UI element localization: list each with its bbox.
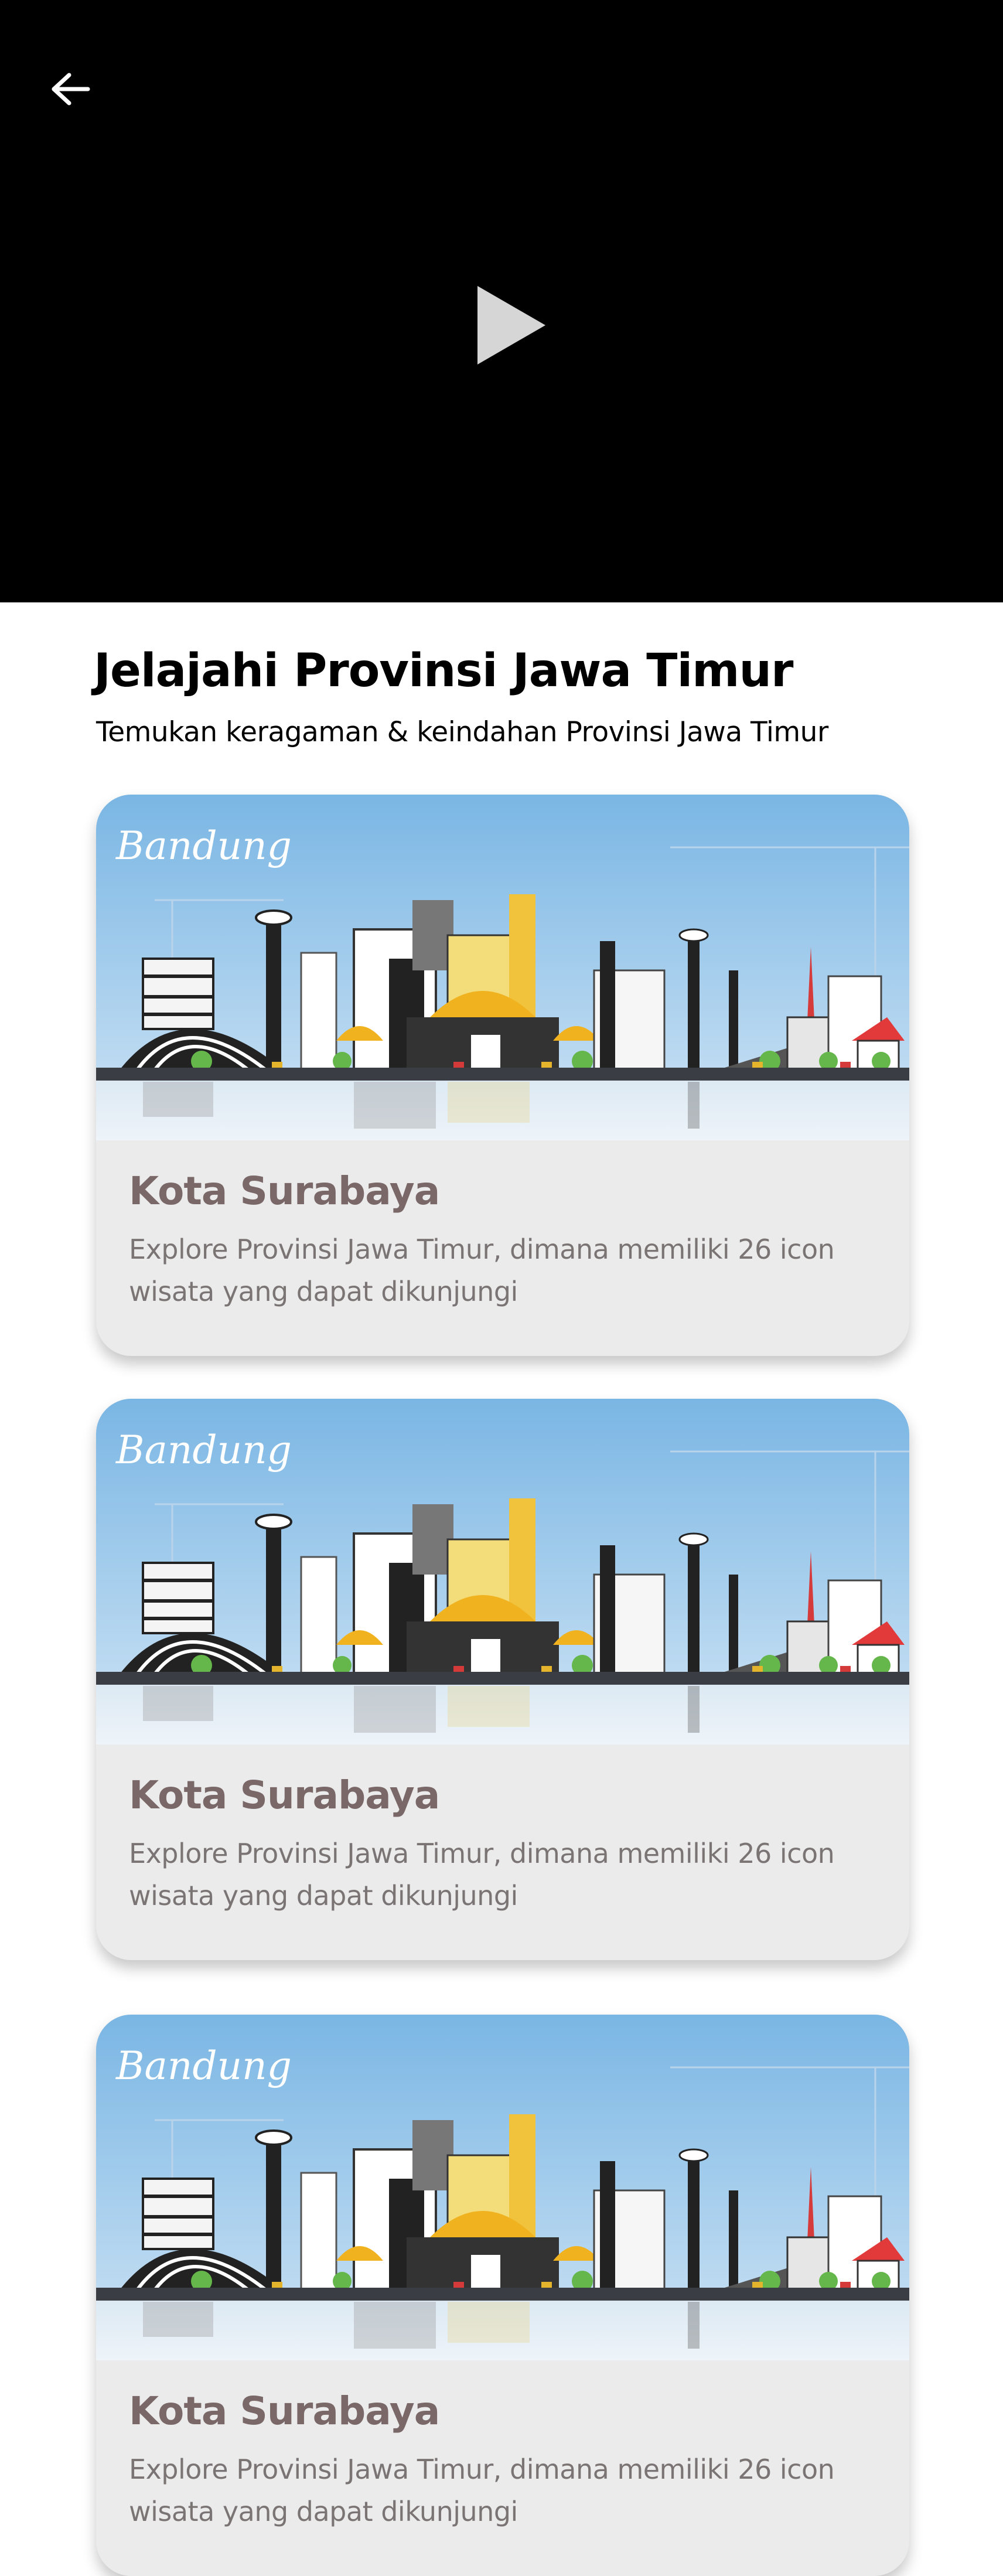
city-skyline-image: Bandung bbox=[96, 795, 909, 1140]
banner-text: Bandung bbox=[115, 2043, 292, 2088]
arrow-left-icon bbox=[52, 73, 90, 105]
play-icon bbox=[477, 286, 545, 364]
city-skyline-image: Bandung bbox=[96, 1399, 909, 1744]
destination-card[interactable]: Bandung Kota Surabaya Explore Provinsi J… bbox=[96, 2015, 909, 2576]
card-title: Kota Surabaya bbox=[129, 1773, 440, 1818]
destination-card[interactable]: Bandung Kota Surabaya Explore Provinsi J… bbox=[96, 795, 909, 1356]
page-title: Jelajahi Provinsi Jawa Timur bbox=[94, 645, 793, 697]
banner-text: Bandung bbox=[115, 1427, 292, 1473]
play-button[interactable] bbox=[469, 281, 557, 369]
video-player[interactable] bbox=[0, 0, 1003, 602]
card-title: Kota Surabaya bbox=[129, 1168, 440, 1214]
card-title: Kota Surabaya bbox=[129, 2388, 440, 2434]
city-skyline-image: Bandung bbox=[96, 2015, 909, 2360]
card-description: Explore Provinsi Jawa Timur, dimana memi… bbox=[129, 2454, 835, 2527]
destination-card[interactable]: Bandung Kota Surabaya Explore Provinsi J… bbox=[96, 1399, 909, 1960]
card-description: Explore Provinsi Jawa Timur, dimana memi… bbox=[129, 1234, 835, 1307]
back-button[interactable] bbox=[41, 63, 100, 115]
card-description: Explore Provinsi Jawa Timur, dimana memi… bbox=[129, 1838, 835, 1911]
page-subtitle: Temukan keragaman & keindahan Provinsi J… bbox=[96, 716, 828, 748]
banner-text: Bandung bbox=[115, 823, 292, 868]
